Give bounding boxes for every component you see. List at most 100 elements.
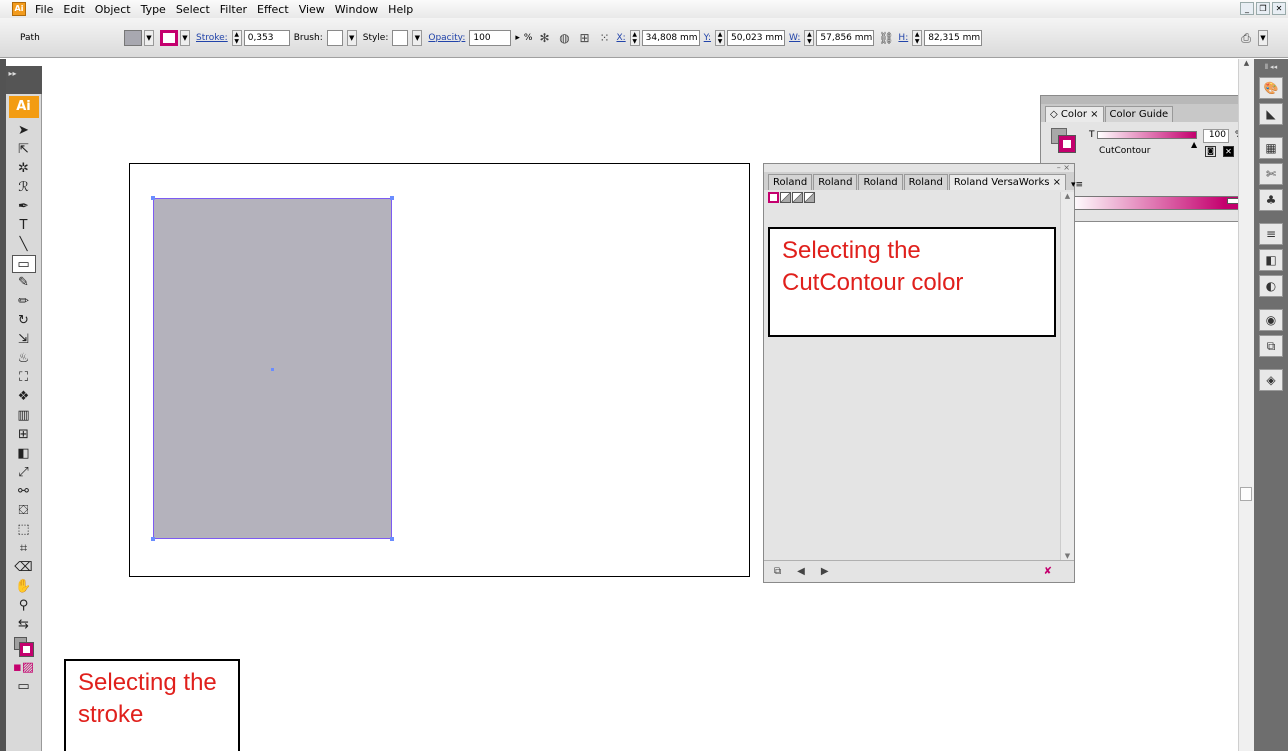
- none-color-icon[interactable]: ✕: [1223, 146, 1234, 157]
- lasso-tool-icon[interactable]: ℛ: [12, 179, 36, 197]
- center-point[interactable]: [271, 368, 274, 371]
- mesh-tool-icon[interactable]: ⊞: [12, 426, 36, 444]
- line-tool-icon[interactable]: ╲: [12, 236, 36, 254]
- anchor-point[interactable]: [390, 196, 394, 200]
- brushes-panel-icon[interactable]: ✄: [1259, 163, 1283, 185]
- opacity-field[interactable]: 100: [469, 29, 512, 46]
- w-spinner-icon[interactable]: ▲ ▼: [804, 29, 815, 46]
- panel-menu-icon[interactable]: ▼: [1258, 29, 1268, 46]
- style-dropdown-icon[interactable]: ▼: [412, 29, 423, 46]
- stroke-dropdown-icon[interactable]: ▼: [180, 29, 190, 46]
- anchor-point[interactable]: [151, 537, 155, 541]
- rotate-tool-icon[interactable]: ↻: [12, 312, 36, 330]
- pen-tool-icon[interactable]: ✒: [12, 198, 36, 216]
- gradient-tool-icon[interactable]: ◧: [12, 445, 36, 463]
- restore-icon[interactable]: ❐: [1256, 2, 1270, 15]
- anchor-point[interactable]: [390, 537, 394, 541]
- document-vertical-scrollbar[interactable]: ▲: [1238, 59, 1254, 751]
- layers-panel-icon[interactable]: ◈: [1259, 369, 1283, 391]
- graph-tool-icon[interactable]: ▥: [12, 407, 36, 425]
- panel-options-icon[interactable]: ▾≡: [1067, 180, 1087, 190]
- scroll-up-icon[interactable]: ▲: [1239, 59, 1254, 67]
- h-spinner-icon[interactable]: ▲ ▼: [912, 29, 923, 46]
- menu-type[interactable]: Type: [136, 3, 171, 16]
- fill-dropdown-icon[interactable]: ▼: [144, 29, 154, 46]
- symbol-sprayer-tool-icon[interactable]: ❖: [12, 388, 36, 406]
- menu-filter[interactable]: Filter: [215, 3, 252, 16]
- illustrator-app-icon[interactable]: Ai: [12, 2, 26, 16]
- close-icon[interactable]: ✕: [1272, 2, 1286, 15]
- tint-value-field[interactable]: 100: [1203, 129, 1229, 143]
- swatch[interactable]: [780, 192, 791, 203]
- stroke-panel-icon[interactable]: ≡: [1259, 223, 1283, 245]
- menu-help[interactable]: Help: [383, 3, 418, 16]
- h-field[interactable]: 82,315 mm: [924, 29, 983, 46]
- previous-icon[interactable]: ◀: [797, 566, 805, 577]
- swatch[interactable]: [792, 192, 803, 203]
- live-paint-selection-tool-icon[interactable]: ⬚: [12, 521, 36, 539]
- magic-wand-tool-icon[interactable]: ✲: [12, 160, 36, 178]
- style-field[interactable]: [392, 29, 409, 46]
- anchor-point[interactable]: [151, 196, 155, 200]
- menu-edit[interactable]: Edit: [58, 3, 89, 16]
- fill-swatch[interactable]: [124, 29, 142, 46]
- global-color-icon[interactable]: ◙: [1205, 146, 1216, 157]
- roland-scrollbar[interactable]: ▲ ▼: [1060, 192, 1074, 560]
- y-field[interactable]: 50,023 mm: [727, 29, 786, 46]
- constrain-proportions-icon[interactable]: ⛓: [878, 30, 894, 46]
- w-link[interactable]: W:: [789, 33, 800, 43]
- panel-collapse-icon[interactable]: ▸▸: [1041, 96, 1251, 104]
- x-field[interactable]: 34,808 mm: [641, 29, 700, 46]
- tab-roland-1[interactable]: Roland: [768, 174, 813, 190]
- brush-dropdown-icon[interactable]: ▼: [346, 29, 357, 46]
- screen-mode-icon[interactable]: ▭: [12, 678, 36, 696]
- menu-effect[interactable]: Effect: [252, 3, 294, 16]
- brush-field[interactable]: [326, 29, 343, 46]
- scale-tool-icon[interactable]: ⇲: [12, 331, 36, 349]
- delete-swatch-icon[interactable]: ✘: [1044, 566, 1052, 577]
- scroll-up-icon[interactable]: ▲: [1061, 192, 1074, 200]
- selection-tool-icon[interactable]: ➤: [12, 122, 36, 140]
- eraser-tool-icon[interactable]: ⌫: [12, 559, 36, 577]
- x-spinner-icon[interactable]: ▲ ▼: [629, 29, 640, 46]
- color-mode-icon[interactable]: ▪▨: [12, 659, 36, 677]
- slice-tool-icon[interactable]: ⌗: [12, 540, 36, 558]
- dock-grip-icon[interactable]: ⫴ ◂◂: [1256, 63, 1286, 75]
- reference-point-icon[interactable]: ⁙: [596, 30, 612, 46]
- menu-select[interactable]: Select: [171, 3, 215, 16]
- fill-stroke-indicator[interactable]: [12, 637, 36, 659]
- transparency-panel-icon[interactable]: ◐: [1259, 275, 1283, 297]
- color-guide-panel-icon[interactable]: ◣: [1259, 103, 1283, 125]
- stroke-color-indicator[interactable]: [1058, 135, 1076, 153]
- paintbrush-tool-icon[interactable]: ✎: [12, 274, 36, 292]
- graphic-styles-panel-icon[interactable]: ⧉: [1259, 335, 1283, 357]
- type-tool-icon[interactable]: T: [12, 217, 36, 235]
- swatches-panel-icon[interactable]: ▦: [1259, 137, 1283, 159]
- tab-color[interactable]: ◇ Color ×: [1045, 106, 1104, 122]
- tab-color-guide[interactable]: Color Guide: [1104, 106, 1174, 122]
- minimize-icon[interactable]: _: [1240, 2, 1254, 15]
- align-icon[interactable]: ⊞: [576, 30, 592, 46]
- stroke-indicator[interactable]: [18, 642, 34, 657]
- tint-slider[interactable]: [1097, 131, 1197, 139]
- w-field[interactable]: 57,856 mm: [816, 29, 875, 46]
- panel-close-icon[interactable]: – ×: [764, 164, 1074, 172]
- tab-roland-3[interactable]: Roland: [858, 174, 903, 190]
- swatch-libraries-icon[interactable]: ⧉: [774, 566, 781, 577]
- menu-view[interactable]: View: [294, 3, 330, 16]
- y-link[interactable]: Y:: [704, 33, 711, 43]
- blend-tool-icon[interactable]: ⚯: [12, 483, 36, 501]
- tab-roland-2[interactable]: Roland: [813, 174, 858, 190]
- x-link[interactable]: X:: [616, 33, 625, 43]
- rectangle-tool-icon[interactable]: ▭: [11, 255, 36, 273]
- tab-roland-4[interactable]: Roland: [903, 174, 948, 190]
- y-spinner-icon[interactable]: ▲ ▼: [715, 29, 726, 46]
- stroke-swatch[interactable]: [160, 29, 178, 46]
- isolate-icon[interactable]: ◍: [556, 30, 572, 46]
- next-icon[interactable]: ▶: [821, 566, 829, 577]
- stroke-link[interactable]: Stroke:: [196, 33, 228, 43]
- stroke-spinner-icon[interactable]: ▲ ▼: [231, 29, 242, 46]
- h-link[interactable]: H:: [898, 33, 908, 43]
- cutcontour-swatch[interactable]: [768, 192, 779, 203]
- scroll-down-icon[interactable]: ▼: [1061, 552, 1074, 560]
